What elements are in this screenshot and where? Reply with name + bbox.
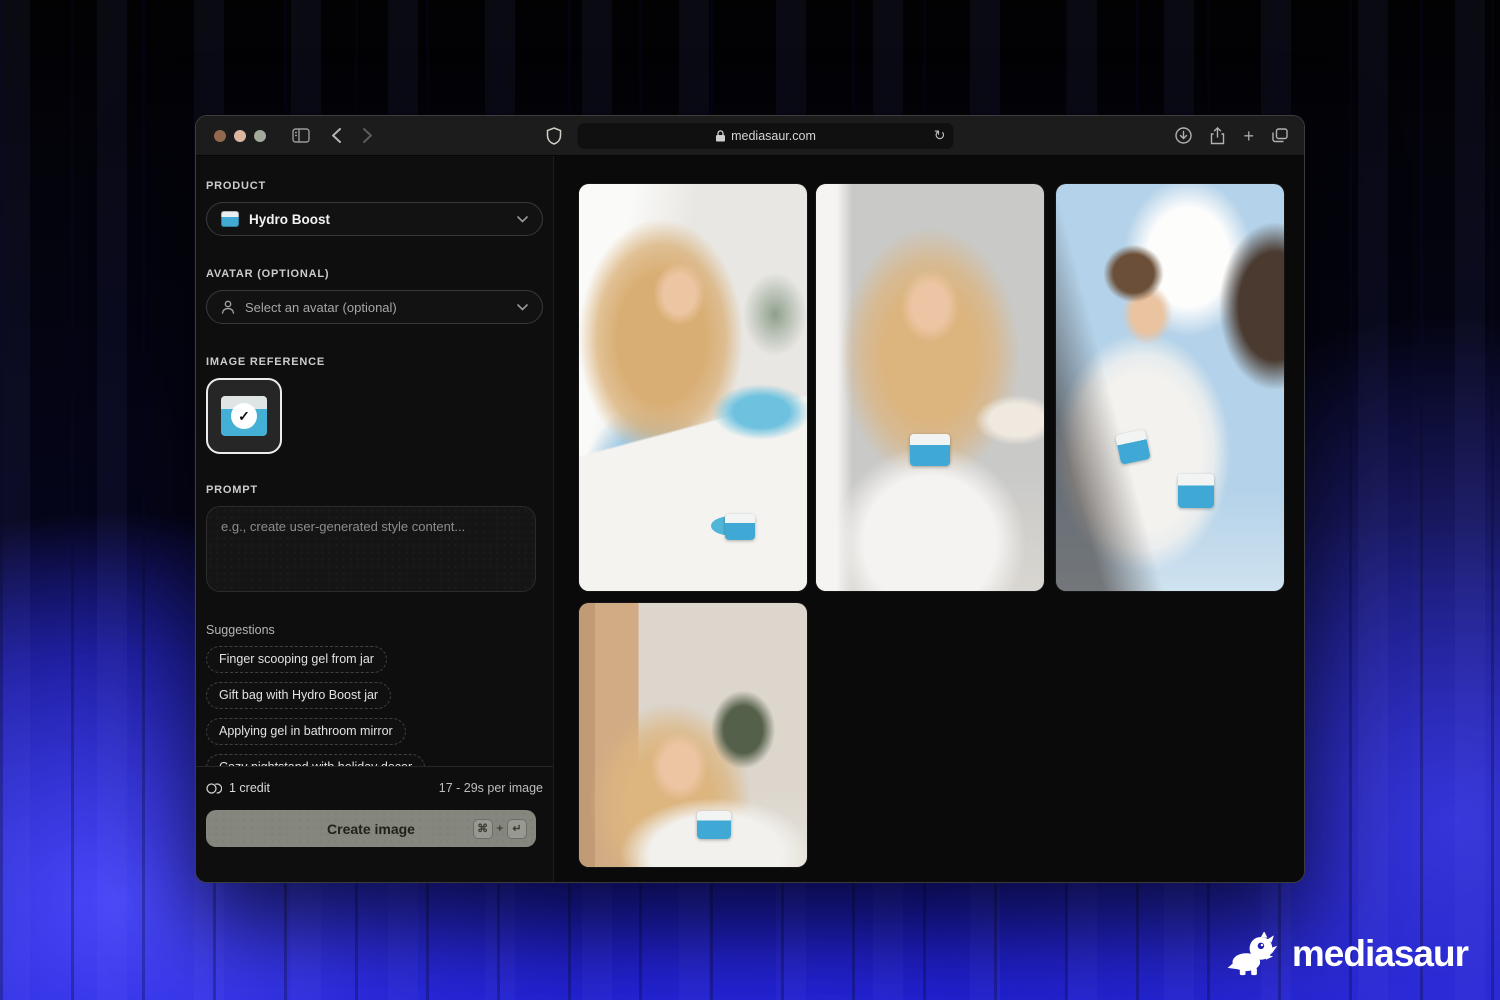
- share-icon[interactable]: [1210, 127, 1225, 145]
- tab-overview-icon[interactable]: [1272, 128, 1288, 143]
- browser-titlebar: mediasaur.com ↻ +: [196, 116, 1304, 156]
- minimize-window-button[interactable]: [234, 130, 246, 142]
- return-key-icon: ↵: [507, 819, 527, 839]
- suggestions-label: Suggestions: [206, 623, 543, 637]
- image-reference-label: IMAGE REFERENCE: [206, 356, 543, 368]
- browser-window: mediasaur.com ↻ +: [195, 115, 1305, 883]
- suggestion-pill[interactable]: Cozy nightstand with holiday decor: [206, 754, 425, 766]
- photo-bathroom-selfie: [579, 184, 807, 591]
- chevron-down-icon: [517, 216, 528, 223]
- prompt-input[interactable]: [206, 506, 536, 592]
- downloads-icon[interactable]: [1175, 127, 1192, 144]
- product-jar: [1115, 429, 1151, 465]
- url-text: mediasaur.com: [731, 129, 816, 143]
- product-select[interactable]: Hydro Boost: [206, 202, 543, 236]
- product-jar: [910, 434, 950, 466]
- back-icon[interactable]: [332, 128, 341, 143]
- generator-sidebar: PRODUCT Hydro Boost AVATAR (OPTIONAL): [196, 156, 554, 882]
- product-jar: [697, 811, 731, 839]
- product-jar: [725, 514, 755, 540]
- close-window-button[interactable]: [214, 130, 226, 142]
- product-label: PRODUCT: [206, 180, 543, 192]
- brand-logo: mediasaur: [1226, 932, 1468, 976]
- generated-image-2[interactable]: [816, 184, 1044, 591]
- suggestion-pill[interactable]: Gift bag with Hydro Boost jar: [206, 682, 391, 709]
- photo-mirror-application: [1056, 184, 1284, 591]
- user-icon: [221, 300, 235, 314]
- avatar-placeholder: Select an avatar (optional): [245, 300, 397, 315]
- photo-holding-jar: [816, 184, 1044, 591]
- suggestion-pill[interactable]: Finger scooping gel from jar: [206, 646, 387, 673]
- command-key-icon: ⌘: [473, 819, 493, 839]
- sidebar-form: PRODUCT Hydro Boost AVATAR (OPTIONAL): [196, 156, 553, 766]
- generated-image-4[interactable]: [579, 603, 807, 867]
- traffic-lights: [196, 130, 266, 142]
- prompt-label: PROMPT: [206, 484, 543, 496]
- product-value: Hydro Boost: [249, 212, 330, 227]
- selected-check-icon: ✓: [231, 403, 257, 429]
- credit-cost: 1 credit: [229, 781, 270, 795]
- generated-image-3[interactable]: [1056, 184, 1284, 591]
- privacy-shield-icon[interactable]: [547, 127, 562, 145]
- lock-icon: [715, 130, 725, 142]
- address-bar[interactable]: mediasaur.com ↻: [578, 123, 954, 149]
- forward-icon[interactable]: [363, 128, 372, 143]
- product-jar: [1178, 474, 1214, 508]
- shortcut-keys: ⌘ + ↵: [473, 819, 527, 839]
- avatar-select[interactable]: Select an avatar (optional): [206, 290, 543, 324]
- photo-bedroom-jar: [579, 603, 807, 867]
- coins-icon: [206, 782, 222, 795]
- generation-time: 17 - 29s per image: [439, 781, 543, 795]
- image-reference-thumbnail[interactable]: ✓: [206, 378, 282, 454]
- avatar-label: AVATAR (OPTIONAL): [206, 268, 543, 280]
- zoom-window-button[interactable]: [254, 130, 266, 142]
- results-area: [554, 156, 1304, 882]
- new-tab-icon[interactable]: +: [1243, 127, 1254, 145]
- reload-icon[interactable]: ↻: [934, 127, 946, 144]
- dinosaur-icon: [1226, 932, 1278, 976]
- create-image-button[interactable]: Create image ⌘ + ↵: [206, 810, 536, 847]
- sidebar-toggle-icon[interactable]: [292, 128, 310, 143]
- create-image-label: Create image: [327, 821, 415, 837]
- sidebar-footer: 1 credit 17 - 29s per image Create image…: [196, 766, 553, 882]
- product-thumbnail-icon: [221, 211, 239, 227]
- chevron-down-icon: [517, 304, 528, 311]
- suggestion-pill[interactable]: Applying gel in bathroom mirror: [206, 718, 406, 745]
- generated-image-1[interactable]: [579, 184, 807, 591]
- brand-name: mediasaur: [1292, 933, 1468, 975]
